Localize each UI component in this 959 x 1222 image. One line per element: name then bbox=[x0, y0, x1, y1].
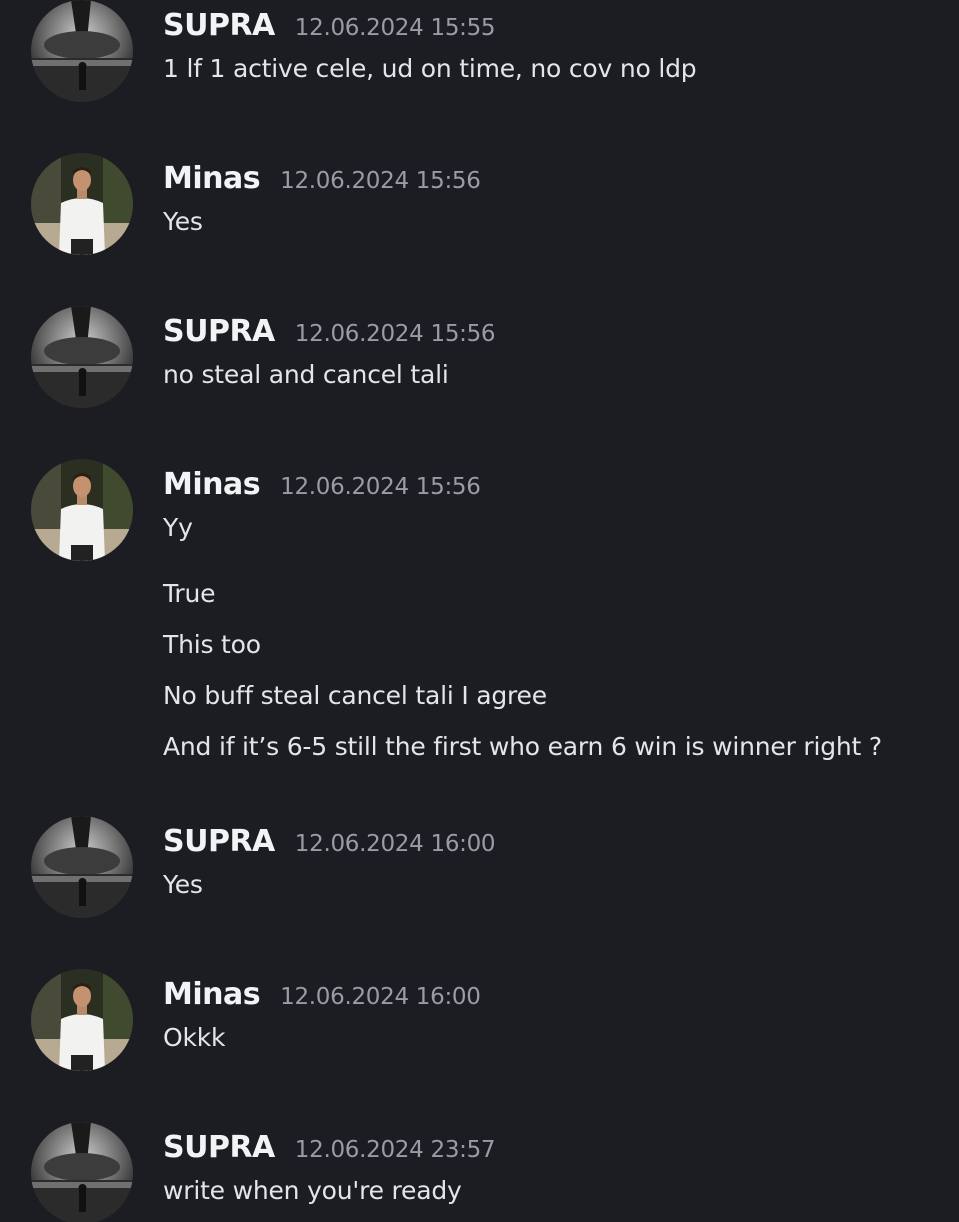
avatar-minas[interactable] bbox=[31, 969, 133, 1071]
avatar-supra[interactable] bbox=[31, 306, 133, 408]
message-text: Okkk bbox=[163, 1023, 226, 1052]
message-text: Yes bbox=[163, 207, 203, 236]
username[interactable]: Minas bbox=[163, 161, 261, 196]
avatar-minas[interactable] bbox=[31, 459, 133, 561]
timestamp[interactable]: 12.06.2024 15:56 bbox=[280, 168, 481, 194]
timestamp[interactable]: 12.06.2024 16:00 bbox=[295, 831, 496, 857]
message-text: No buff steal cancel tali I agree bbox=[163, 681, 547, 710]
timestamp[interactable]: 12.06.2024 15:56 bbox=[280, 474, 481, 500]
username[interactable]: SUPRA bbox=[163, 824, 275, 859]
message-text: True bbox=[163, 579, 216, 608]
message-text: And if it’s 6-5 still the first who earn… bbox=[163, 732, 882, 761]
chat-message-list: SUPRA 12.06.2024 15:55 1 lf 1 active cel… bbox=[0, 0, 959, 1222]
timestamp[interactable]: 12.06.2024 15:56 bbox=[295, 321, 496, 347]
message-text: Yes bbox=[163, 870, 203, 899]
avatar-supra[interactable] bbox=[31, 0, 133, 102]
username[interactable]: Minas bbox=[163, 467, 261, 502]
timestamp[interactable]: 12.06.2024 16:00 bbox=[280, 984, 481, 1010]
username[interactable]: Minas bbox=[163, 977, 261, 1012]
message-text: Yy bbox=[163, 513, 193, 542]
message-text: 1 lf 1 active cele, ud on time, no cov n… bbox=[163, 54, 697, 83]
message-text: This too bbox=[163, 630, 261, 659]
username[interactable]: SUPRA bbox=[163, 314, 275, 349]
timestamp[interactable]: 12.06.2024 15:55 bbox=[295, 15, 496, 41]
timestamp[interactable]: 12.06.2024 23:57 bbox=[295, 1137, 496, 1163]
username[interactable]: SUPRA bbox=[163, 1130, 275, 1165]
avatar-supra[interactable] bbox=[31, 816, 133, 918]
message-text: write when you're ready bbox=[163, 1176, 462, 1205]
avatar-minas[interactable] bbox=[31, 153, 133, 255]
message-text: no steal and cancel tali bbox=[163, 360, 449, 389]
avatar-supra[interactable] bbox=[31, 1122, 133, 1222]
username[interactable]: SUPRA bbox=[163, 8, 275, 43]
